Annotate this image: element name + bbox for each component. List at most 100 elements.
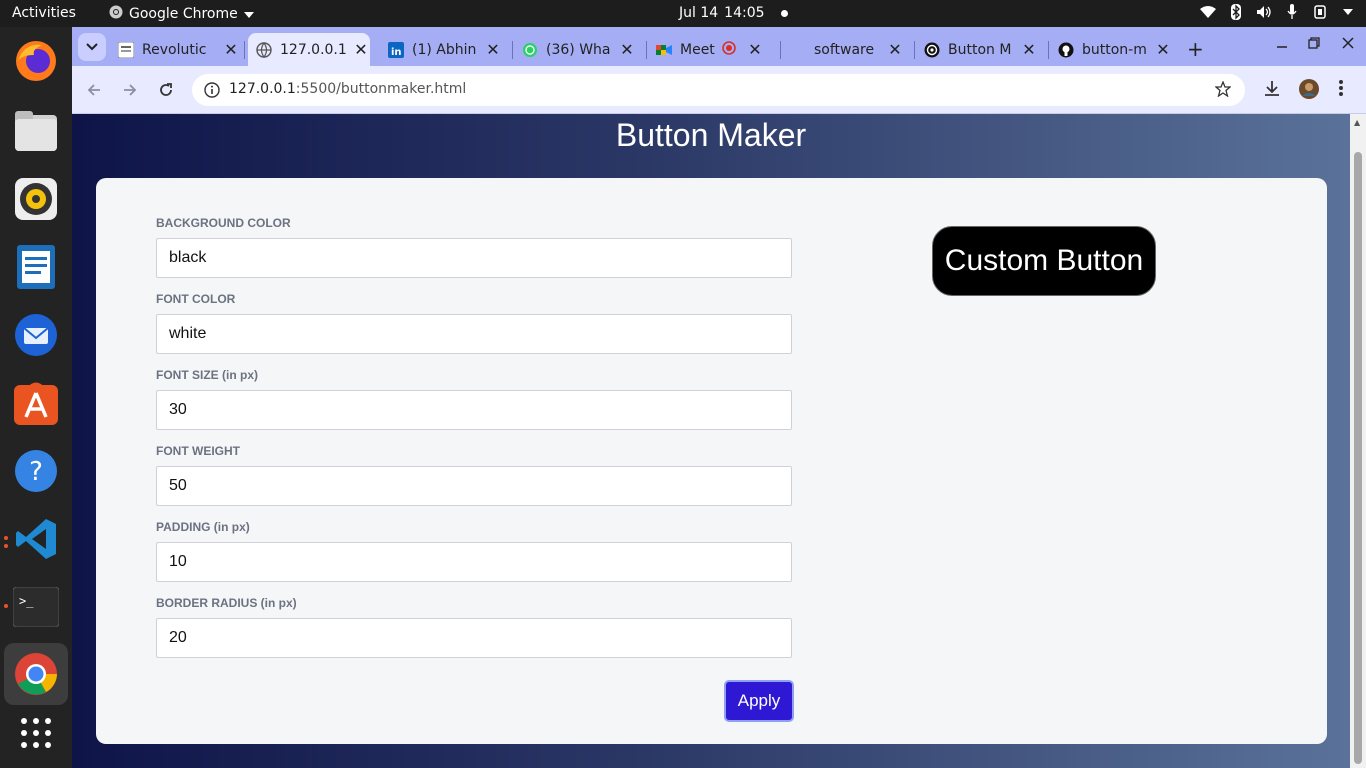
tab-meet[interactable]: Meet - ✕	[656, 33, 770, 66]
writer-icon[interactable]	[12, 243, 60, 291]
files-icon[interactable]	[12, 107, 60, 155]
restore-icon[interactable]	[1308, 37, 1320, 53]
app-menu[interactable]: Google Chrome	[109, 5, 254, 23]
linkedin-icon: in	[388, 41, 404, 58]
thunderbird-icon[interactable]	[12, 311, 60, 359]
tab-software[interactable]: software ✕	[790, 33, 904, 66]
globe-icon	[256, 41, 272, 58]
minimize-icon[interactable]	[1276, 37, 1288, 53]
blank-icon	[790, 42, 806, 58]
custom-button-preview[interactable]: Custom Button	[932, 226, 1156, 296]
url-path: :5500/buttonmaker.html	[295, 81, 467, 97]
background-color-field: BACKGROUND COLOR black	[156, 216, 792, 278]
wifi-icon	[1200, 4, 1216, 20]
close-window-icon[interactable]	[1342, 37, 1354, 53]
notification-dot-icon	[780, 9, 788, 17]
news-icon	[118, 41, 134, 58]
github-icon	[1058, 42, 1074, 58]
close-icon[interactable]: ✕	[1020, 40, 1038, 59]
font-size-input[interactable]: 30	[156, 390, 792, 430]
app-grid-icon[interactable]	[12, 709, 60, 757]
font-weight-field: FONT WEIGHT 50	[156, 444, 792, 506]
tab-github[interactable]: button-m ✕	[1058, 33, 1172, 66]
apply-button[interactable]: Apply	[724, 680, 794, 722]
font-weight-input[interactable]: 50	[156, 466, 792, 506]
font-color-field: FONT COLOR white	[156, 292, 792, 354]
back-icon[interactable]	[84, 80, 104, 100]
help-icon[interactable]: ?	[12, 447, 60, 495]
microphone-icon	[1284, 4, 1300, 20]
tab-revolution[interactable]: Revolutic ✕	[118, 33, 240, 66]
download-icon[interactable]	[1263, 79, 1281, 101]
padding-input[interactable]: 10	[156, 542, 792, 582]
clock-time: 14:05	[724, 5, 765, 21]
page-scrollbar[interactable]: ▲	[1350, 114, 1366, 768]
tab-title: (36) Wha	[546, 41, 611, 58]
terminal-icon[interactable]: >_	[12, 583, 60, 631]
meet-icon	[656, 42, 672, 58]
system-tray[interactable]	[1200, 4, 1356, 20]
activities-button[interactable]: Activities	[12, 5, 76, 21]
close-icon[interactable]: ✕	[746, 40, 764, 59]
browser-toolbar: 127.0.0.1:5500/buttonmaker.html	[72, 66, 1366, 114]
tab-button-maker[interactable]: Button M ✕	[924, 33, 1038, 66]
tab-search-button[interactable]	[78, 33, 106, 61]
close-icon[interactable]: ✕	[484, 40, 502, 59]
power-menu-icon	[1340, 4, 1356, 20]
tab-localhost[interactable]: 127.0.0.1 ✕	[248, 33, 370, 66]
clock-date: Jul 14	[679, 5, 719, 21]
whatsapp-icon	[522, 42, 538, 58]
field-label: FONT SIZE (in px)	[156, 368, 258, 382]
reload-icon[interactable]	[156, 80, 176, 100]
svg-text:in: in	[391, 47, 402, 58]
background-color-input[interactable]: black	[156, 238, 792, 278]
border-radius-field: BORDER RADIUS (in px) 20	[156, 596, 792, 658]
firefox-icon[interactable]	[12, 37, 60, 85]
page-title: Button Maker	[615, 117, 807, 153]
bluetooth-icon	[1228, 4, 1244, 20]
forward-icon[interactable]	[120, 80, 140, 100]
tab-linkedin[interactable]: in (1) Abhin ✕	[388, 33, 502, 66]
field-label: PADDING (in px)	[156, 520, 250, 534]
url-text: 127.0.0.1:5500/buttonmaker.html	[229, 81, 466, 97]
tab-whatsapp[interactable]: (36) Wha ✕	[522, 33, 636, 66]
tab-title: button-m	[1082, 41, 1147, 58]
chrome-menu-icon[interactable]	[1338, 79, 1344, 101]
chrome-small-icon	[109, 5, 123, 23]
chevron-down-icon	[243, 6, 254, 22]
scrollbar-thumb[interactable]	[1354, 152, 1362, 764]
button-maker-card: BACKGROUND COLOR black FONT COLOR white …	[96, 178, 1327, 744]
address-bar[interactable]: 127.0.0.1:5500/buttonmaker.html	[192, 74, 1245, 106]
vscode-icon[interactable]	[12, 515, 60, 563]
close-icon[interactable]: ✕	[886, 40, 904, 59]
site-info-icon[interactable]	[204, 82, 220, 102]
scroll-up-icon[interactable]: ▲	[1354, 118, 1360, 127]
tab-title: software	[814, 41, 875, 58]
tab-title: (1) Abhin	[412, 41, 477, 58]
close-icon[interactable]: ✕	[222, 40, 240, 59]
font-color-input[interactable]: white	[156, 314, 792, 354]
tab-title: Revolutic	[142, 41, 207, 58]
new-tab-button[interactable]: +	[1187, 37, 1204, 61]
app-menu-label: Google Chrome	[129, 6, 238, 22]
tab-title: Button M	[948, 41, 1012, 58]
clock[interactable]: Jul 14 14:05	[679, 5, 788, 21]
border-radius-input[interactable]: 20	[156, 618, 792, 658]
avatar[interactable]	[1298, 78, 1320, 104]
tab-title: Meet -	[680, 41, 718, 58]
font-size-field: FONT SIZE (in px) 30	[156, 368, 792, 430]
close-icon[interactable]: ✕	[352, 40, 370, 59]
svg-text:?: ?	[29, 457, 43, 487]
chrome-icon[interactable]	[4, 643, 68, 705]
tab-title: 127.0.0.1	[280, 41, 347, 58]
bookmark-star-icon[interactable]	[1214, 80, 1232, 101]
close-icon[interactable]: ✕	[618, 40, 636, 59]
tab-strip: Revolutic ✕ 127.0.0.1 ✕ in (1) Abhin ✕ (…	[72, 27, 1366, 66]
app-center-icon[interactable]	[12, 379, 60, 427]
field-label: BORDER RADIUS (in px)	[156, 596, 297, 610]
dock: ? >_	[0, 27, 72, 768]
volume-icon	[1256, 4, 1272, 20]
rhythmbox-icon[interactable]	[12, 175, 60, 223]
url-host: 127.0.0.1	[229, 81, 296, 97]
close-icon[interactable]: ✕	[1154, 40, 1172, 59]
